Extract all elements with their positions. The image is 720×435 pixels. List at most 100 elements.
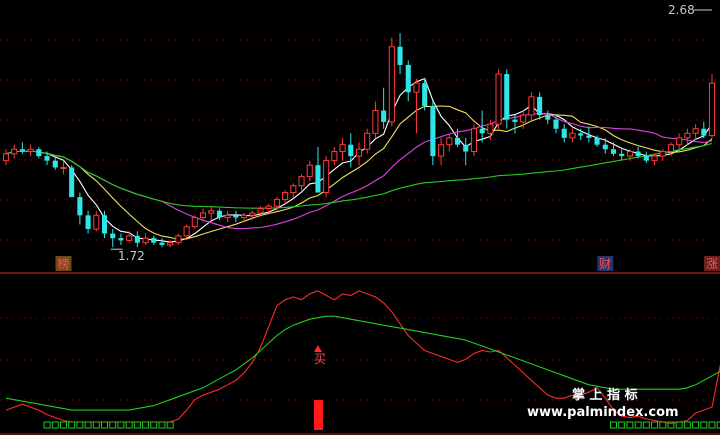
candle-body — [692, 128, 699, 134]
candle — [208, 206, 215, 220]
signal-box — [142, 421, 150, 429]
candle — [134, 231, 140, 248]
candle — [85, 210, 91, 234]
candle — [405, 60, 411, 102]
candle-body — [208, 210, 215, 214]
candle-body — [479, 128, 485, 134]
candle — [610, 142, 617, 157]
candle-body — [257, 207, 264, 214]
candle — [191, 215, 198, 229]
indicator-line — [5, 290, 720, 425]
candle — [692, 124, 699, 141]
candle-body — [118, 238, 124, 241]
candle-body — [298, 176, 305, 187]
candle-body — [594, 137, 600, 145]
candle-body — [323, 160, 330, 194]
candle-body — [167, 242, 174, 246]
candle-body — [626, 151, 633, 157]
candle-body — [422, 83, 428, 106]
candle-body — [265, 205, 272, 209]
candle-body — [619, 153, 625, 157]
candle-body — [586, 135, 592, 138]
candle-body — [175, 235, 182, 244]
candle-body — [553, 119, 559, 129]
candle-body — [504, 74, 510, 120]
candle — [77, 192, 83, 225]
signal-box — [692, 421, 700, 429]
candle — [545, 110, 551, 125]
candle — [602, 137, 608, 154]
marker-label: 涨 — [706, 256, 718, 271]
candle — [355, 142, 363, 166]
min-price-label: 1.72 — [118, 249, 145, 263]
signal-box — [68, 421, 76, 429]
candle-body — [11, 148, 18, 155]
marker-label: 财 — [599, 257, 611, 271]
signal-box — [43, 421, 51, 429]
candle — [233, 210, 239, 223]
candle — [282, 190, 289, 204]
candle-body — [372, 110, 379, 134]
candle — [561, 124, 567, 143]
candle-body — [520, 114, 527, 123]
candle-body — [635, 151, 641, 157]
candle-body — [36, 149, 42, 157]
candle — [339, 137, 346, 161]
marker-label: 榜 — [57, 256, 69, 271]
candle — [331, 146, 338, 166]
candle-body — [142, 237, 149, 244]
signal-box — [133, 421, 141, 429]
signal-box — [150, 421, 158, 429]
candlestick-series — [2, 9, 716, 250]
signal-box — [101, 421, 109, 429]
candle-body — [306, 164, 313, 178]
candle-body — [159, 242, 165, 245]
signal-box — [84, 421, 92, 429]
candle — [684, 128, 691, 145]
candle-body — [290, 185, 297, 194]
candle-body — [545, 115, 551, 120]
candle — [69, 165, 75, 198]
candle-body — [405, 64, 411, 93]
candle-body — [446, 137, 453, 146]
signal-box — [683, 421, 691, 429]
signal-box — [109, 421, 117, 429]
signal-box — [51, 421, 59, 429]
candle — [348, 133, 354, 168]
candle-body — [60, 166, 67, 169]
candle-body — [331, 151, 338, 162]
candle-body — [470, 128, 477, 153]
candle — [159, 238, 165, 248]
candle-body — [183, 226, 190, 237]
candle-body — [93, 214, 100, 230]
buy-signal-bar — [313, 400, 323, 430]
candle-body — [101, 215, 108, 234]
candle-body — [381, 110, 387, 122]
candle-body — [512, 119, 518, 122]
candle — [438, 137, 445, 166]
candle-body — [355, 148, 363, 157]
candle-body — [52, 160, 58, 168]
candle-body — [69, 167, 75, 198]
candle — [388, 37, 395, 127]
signal-box — [609, 421, 617, 429]
candle — [298, 174, 305, 191]
candle-body — [438, 144, 445, 157]
candle-body — [561, 128, 567, 138]
candle — [175, 233, 182, 245]
watermark-title: 掌 上 指 标 — [572, 387, 638, 403]
candle-body — [126, 235, 133, 241]
candle-body — [651, 155, 658, 162]
candle — [315, 146, 321, 193]
candle-body — [249, 212, 256, 216]
candle-body — [27, 148, 34, 153]
candle-body — [339, 144, 346, 153]
candle — [126, 231, 133, 243]
candle-body — [216, 210, 222, 218]
signal-box — [651, 421, 659, 429]
signal-box — [708, 421, 716, 429]
candle — [708, 74, 716, 138]
signal-box — [634, 421, 642, 429]
candle-body — [610, 149, 617, 154]
candle — [643, 151, 649, 163]
